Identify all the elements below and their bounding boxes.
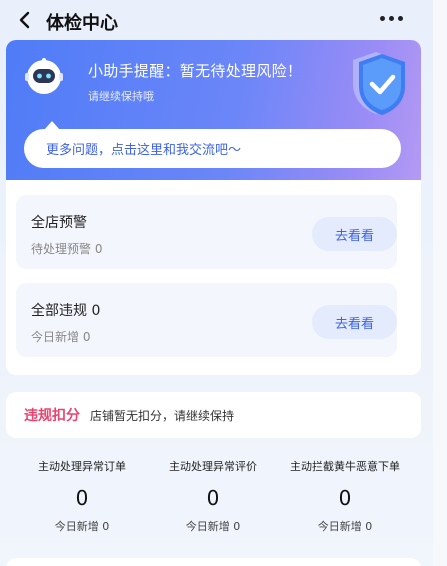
stat-sub: 今日新增 0 bbox=[54, 520, 110, 533]
card-subtitle: 待处理预警 0 bbox=[31, 242, 103, 256]
stats-row: 主动处理异常订单 0 今日新增 0 主动处理异常评价 0 今日新增 0 主动拦截… bbox=[6, 452, 421, 552]
shield-check-icon bbox=[353, 52, 405, 115]
stat-label: 主动处理异常评价 bbox=[169, 460, 257, 473]
card-subtitle: 今日新增 0 bbox=[31, 330, 91, 344]
card-title: 全部违规 0 bbox=[31, 303, 101, 319]
more-horizontal-icon bbox=[380, 16, 385, 21]
stat-abnormal-orders[interactable]: 主动处理异常订单 0 今日新增 0 bbox=[13, 452, 151, 534]
assistant-reminder-subtitle: 请继续保持哦 bbox=[88, 90, 154, 103]
assistant-banner: 小助手提醒：暂无待处理风险！ 请继续保持哦 更多问题，点击这里和我交流吧～ bbox=[6, 40, 421, 180]
next-section-card bbox=[6, 558, 421, 566]
deduction-status-text: 店铺暂无扣分，请继续保持 bbox=[90, 408, 235, 423]
stat-value: 0 bbox=[75, 486, 89, 510]
top-bar: 体检中心 bbox=[0, 0, 433, 40]
assistant-chat-button[interactable]: 更多问题，点击这里和我交流吧～ bbox=[24, 121, 401, 168]
more-button[interactable] bbox=[380, 16, 403, 21]
robot-assistant-icon bbox=[25, 58, 63, 94]
deduction-label: 违规扣分 bbox=[24, 408, 80, 424]
store-warning-card: 全店预警 待处理预警 0 去看看 bbox=[16, 195, 397, 269]
violations-card: 全部违规 0 今日新增 0 去看看 bbox=[16, 283, 397, 357]
scrollbar[interactable] bbox=[433, 0, 447, 566]
stat-abnormal-reviews[interactable]: 主动处理异常评价 0 今日新增 0 bbox=[144, 452, 282, 534]
stat-label: 主动拦截黄牛恶意下单 bbox=[290, 460, 400, 473]
stat-blocked-scalpers[interactable]: 主动拦截黄牛恶意下单 0 今日新增 0 bbox=[276, 452, 414, 534]
card-title: 全店预警 bbox=[31, 215, 87, 231]
deduction-bar[interactable]: 违规扣分 店铺暂无扣分，请继续保持 bbox=[6, 392, 421, 438]
view-violations-button[interactable]: 去看看 bbox=[312, 305, 397, 339]
stat-value: 0 bbox=[338, 486, 352, 510]
stat-sub: 今日新增 0 bbox=[185, 520, 241, 533]
page-title: 体检中心 bbox=[46, 13, 118, 34]
stat-label: 主动处理异常订单 bbox=[38, 460, 126, 473]
overview-panel: 全店预警 待处理预警 0 去看看 全部违规 0 今日新增 0 去看看 bbox=[6, 180, 421, 375]
assistant-reminder-title: 小助手提醒：暂无待处理风险！ bbox=[88, 62, 303, 80]
chevron-left-icon bbox=[19, 11, 30, 29]
stat-value: 0 bbox=[206, 486, 220, 510]
back-button[interactable] bbox=[12, 8, 36, 32]
stat-sub: 今日新增 0 bbox=[317, 520, 373, 533]
view-warnings-button[interactable]: 去看看 bbox=[312, 217, 397, 251]
